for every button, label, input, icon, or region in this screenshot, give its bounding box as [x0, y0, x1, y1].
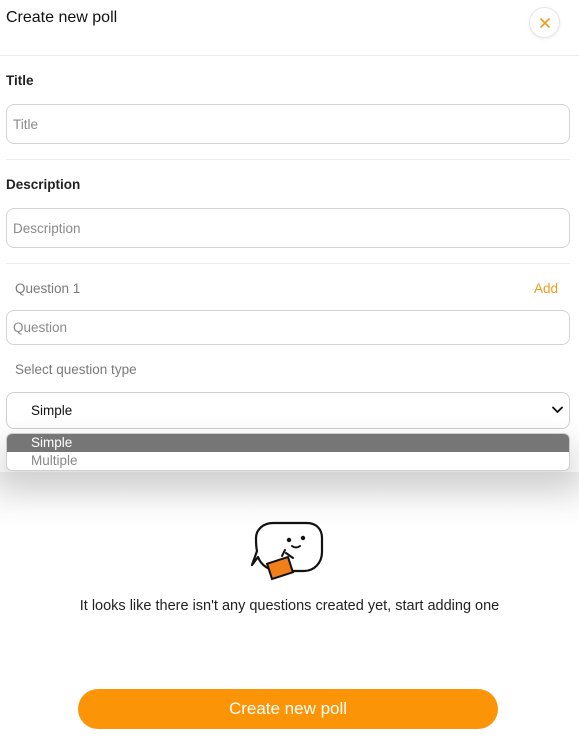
title-input[interactable] — [6, 104, 570, 144]
add-question-link[interactable]: Add — [534, 281, 558, 296]
close-icon — [539, 17, 550, 28]
close-button[interactable] — [529, 7, 560, 38]
option-simple[interactable]: Simple — [7, 434, 569, 452]
empty-state-message: It looks like there isn't any questions … — [79, 598, 500, 614]
question-input[interactable] — [6, 310, 570, 345]
section-divider — [6, 159, 570, 160]
question-type-label: Select question type — [15, 362, 137, 377]
chevron-down-icon — [552, 406, 563, 413]
question-type-dropdown: Simple Multiple — [6, 433, 570, 471]
section-divider — [6, 263, 570, 264]
description-label: Description — [6, 177, 81, 192]
create-poll-dialog: Create new poll Title Description Questi… — [0, 0, 579, 736]
question-type-select[interactable]: Simple — [6, 392, 570, 429]
header-divider — [0, 55, 579, 56]
question-type-selected-value: Simple — [31, 403, 73, 418]
option-multiple[interactable]: Multiple — [7, 452, 569, 470]
dialog-title: Create new poll — [6, 9, 118, 26]
create-poll-button[interactable]: Create new poll — [78, 689, 498, 729]
speech-bubble-character-icon — [250, 521, 324, 581]
question-number-label: Question 1 — [15, 281, 81, 296]
description-input[interactable] — [6, 208, 570, 248]
dropdown-shadow — [0, 472, 579, 527]
title-label: Title — [6, 73, 34, 88]
